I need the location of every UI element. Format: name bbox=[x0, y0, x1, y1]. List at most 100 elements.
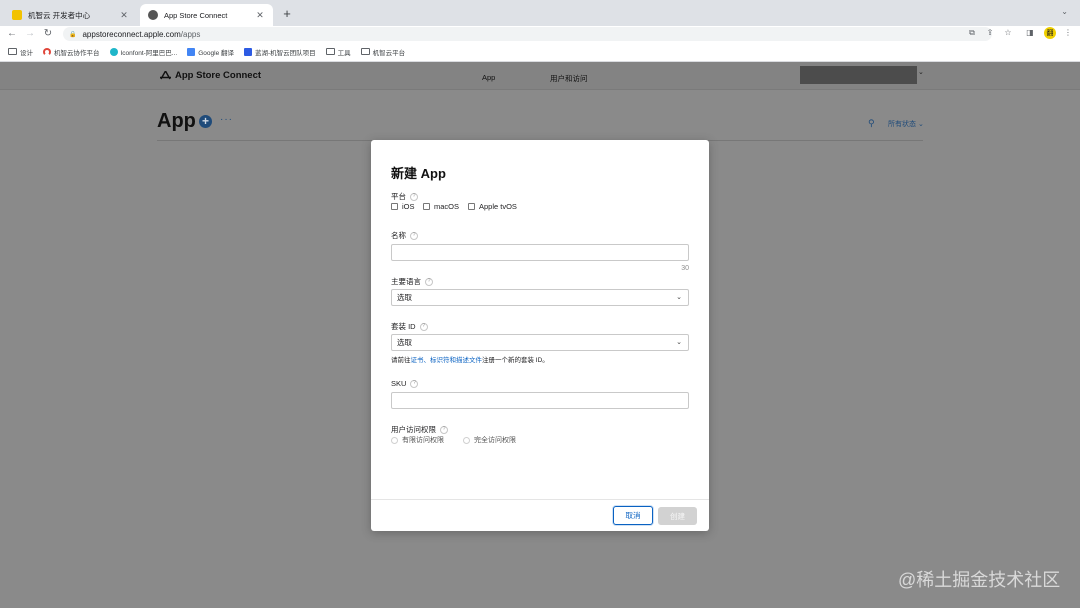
bookmark-label: 机智云协作平台 bbox=[54, 49, 100, 57]
more-options-icon[interactable]: ··· bbox=[220, 114, 233, 125]
asc-logo[interactable]: App Store Connect bbox=[160, 70, 261, 81]
bookmark-design[interactable]: 设计 bbox=[8, 47, 33, 57]
iconfont-icon bbox=[109, 47, 118, 56]
share-icon[interactable]: ⇪ bbox=[984, 28, 996, 37]
full-access-radio[interactable]: 完全访问权限 bbox=[463, 435, 516, 445]
translate-extension-icon[interactable]: 翻 bbox=[1044, 27, 1056, 39]
bookmark-label: 设计 bbox=[20, 49, 33, 57]
platform-tvos-checkbox[interactable]: Apple tvOS bbox=[468, 202, 517, 211]
bookmark-star-icon[interactable]: ☆ bbox=[1002, 28, 1014, 37]
folder-icon bbox=[325, 48, 335, 55]
user-access-label-text: 用户访问权限 bbox=[391, 425, 436, 434]
bundle-id-select[interactable]: 选取 ⌄ bbox=[391, 334, 689, 351]
sku-label-text: SKU bbox=[391, 379, 407, 388]
bookmark-jizhiyun-platform[interactable]: 机智云平台 bbox=[360, 47, 406, 57]
radio-label: 完全访问权限 bbox=[474, 437, 516, 444]
external-open-icon[interactable]: ⧉ bbox=[966, 28, 978, 38]
platform-macos-checkbox[interactable]: macOS bbox=[423, 202, 459, 211]
certificates-link[interactable]: 证书、标识符和描述文件 bbox=[411, 357, 483, 364]
nav-users-access[interactable]: 用户和访问 bbox=[550, 73, 588, 84]
chevron-down-icon: ⌄ bbox=[676, 339, 682, 346]
translate-icon bbox=[187, 47, 196, 56]
close-tab-icon[interactable]: ✕ bbox=[119, 10, 129, 21]
radio-icon[interactable] bbox=[463, 436, 470, 444]
sku-label: SKU? bbox=[391, 379, 419, 388]
lanhu-icon bbox=[244, 47, 252, 56]
checkbox-icon[interactable] bbox=[468, 203, 475, 210]
bookmark-collab-platform[interactable]: 机智云协作平台 bbox=[43, 47, 100, 57]
cancel-button[interactable]: 取消 bbox=[613, 506, 653, 525]
chevron-down-icon: ⌄ bbox=[917, 121, 924, 128]
bundle-id-select-value: 选取 bbox=[397, 338, 412, 347]
bookmarks-bar: 设计 机智云协作平台 Iconfont-阿里巴巴... Google 翻译 蓝湖… bbox=[0, 42, 1080, 62]
platform-label: 平台? bbox=[391, 191, 418, 202]
side-panel-icon[interactable]: ◨ bbox=[1024, 28, 1036, 37]
bookmark-lanhu[interactable]: 蓝湖-机智云团队项目 bbox=[244, 47, 316, 57]
chevron-down-icon: ⌄ bbox=[676, 294, 682, 301]
help-icon[interactable]: ? bbox=[419, 322, 428, 331]
address-bar[interactable]: 🔒 appstoreconnect.apple.com /apps bbox=[63, 27, 992, 41]
name-label-text: 名称 bbox=[391, 231, 406, 240]
chevron-down-icon[interactable]: ⌄ bbox=[918, 68, 924, 76]
checkbox-icon[interactable] bbox=[391, 203, 398, 210]
new-tab-button[interactable]: + bbox=[280, 6, 294, 22]
help-icon[interactable]: ? bbox=[440, 425, 448, 434]
create-button[interactable]: 创建 bbox=[658, 507, 697, 525]
bookmark-label: 机智云平台 bbox=[372, 49, 406, 57]
tab-jizhiyun-dev-center[interactable]: 机智云 开发者中心 ✕ bbox=[4, 4, 137, 26]
menu-kebab-icon[interactable]: ⋮ bbox=[1062, 28, 1074, 37]
user-access-label: 用户访问权限? bbox=[391, 424, 448, 435]
bookmark-label: Iconfont-阿里巴巴... bbox=[120, 49, 178, 57]
watermark: @稀土掘金技术社区 bbox=[898, 570, 1061, 590]
account-name-redacted[interactable] bbox=[800, 66, 917, 84]
back-arrow-icon[interactable]: ← bbox=[6, 26, 18, 42]
status-filter[interactable]: 所有状态 ⌄ bbox=[888, 119, 924, 129]
sku-input[interactable] bbox=[391, 392, 689, 409]
nav-app[interactable]: App bbox=[482, 73, 495, 82]
hint-suffix: 注册一个新的套装 ID。 bbox=[482, 357, 549, 364]
bundle-id-hint: 请前往证书、标识符和描述文件注册一个新的套装 ID。 bbox=[391, 354, 549, 364]
bookmark-google-translate[interactable]: Google 翻译 bbox=[187, 47, 234, 57]
help-icon[interactable]: ? bbox=[410, 192, 418, 201]
tab-search-chevron-icon[interactable]: ⌄ bbox=[1061, 7, 1068, 16]
limited-access-radio[interactable]: 有限访问权限 bbox=[391, 435, 444, 445]
checkbox-label: macOS bbox=[434, 202, 460, 211]
name-label: 名称? bbox=[391, 230, 418, 241]
hint-prefix: 请前往 bbox=[391, 357, 411, 364]
asc-header: App Store Connect App 用户和访问 ⌄ bbox=[0, 62, 1080, 90]
status-filter-label: 所有状态 bbox=[888, 121, 916, 128]
checkbox-icon[interactable] bbox=[423, 203, 430, 210]
lock-icon: 🔒 bbox=[69, 31, 77, 38]
language-label: 主要语言? bbox=[391, 276, 433, 287]
name-char-counter: 30 bbox=[681, 265, 689, 272]
radio-label: 有限访问权限 bbox=[402, 437, 444, 444]
checkbox-label: iOS bbox=[402, 202, 415, 211]
arc-icon bbox=[43, 47, 51, 56]
bookmark-tools[interactable]: 工具 bbox=[325, 47, 351, 57]
platform-ios-checkbox[interactable]: iOS bbox=[391, 202, 415, 211]
bundle-id-label: 套装 ID? bbox=[391, 321, 428, 332]
bookmark-iconfont[interactable]: Iconfont-阿里巴巴... bbox=[109, 47, 178, 57]
app-store-icon bbox=[160, 70, 171, 79]
tab-title: App Store Connect bbox=[164, 10, 228, 20]
close-tab-icon[interactable]: ✕ bbox=[255, 10, 265, 21]
platform-label-text: 平台 bbox=[391, 192, 406, 201]
forward-arrow-icon[interactable]: → bbox=[24, 26, 36, 42]
radio-icon[interactable] bbox=[391, 436, 398, 444]
tab-app-store-connect[interactable]: App Store Connect ✕ bbox=[140, 4, 273, 26]
language-select[interactable]: 选取 ⌄ bbox=[391, 289, 689, 306]
bundle-id-label-text: 套装 ID bbox=[391, 322, 416, 331]
folder-icon bbox=[8, 48, 17, 55]
bookmark-label: 蓝湖-机智云团队项目 bbox=[255, 49, 316, 57]
help-icon[interactable]: ? bbox=[425, 277, 433, 286]
name-input[interactable] bbox=[391, 244, 689, 261]
add-app-button[interactable]: + bbox=[199, 115, 212, 128]
reload-icon[interactable]: ↻ bbox=[42, 26, 54, 42]
browser-toolbar: ← → ↻ 🔒 appstoreconnect.apple.com /apps … bbox=[0, 26, 1080, 42]
dialog-footer-divider bbox=[371, 499, 709, 500]
search-icon[interactable]: ⚲ bbox=[868, 118, 875, 129]
help-icon[interactable]: ? bbox=[410, 231, 418, 240]
help-icon[interactable]: ? bbox=[410, 379, 419, 388]
checkbox-label: Apple tvOS bbox=[479, 202, 517, 211]
bookmark-label: Google 翻译 bbox=[198, 49, 234, 57]
